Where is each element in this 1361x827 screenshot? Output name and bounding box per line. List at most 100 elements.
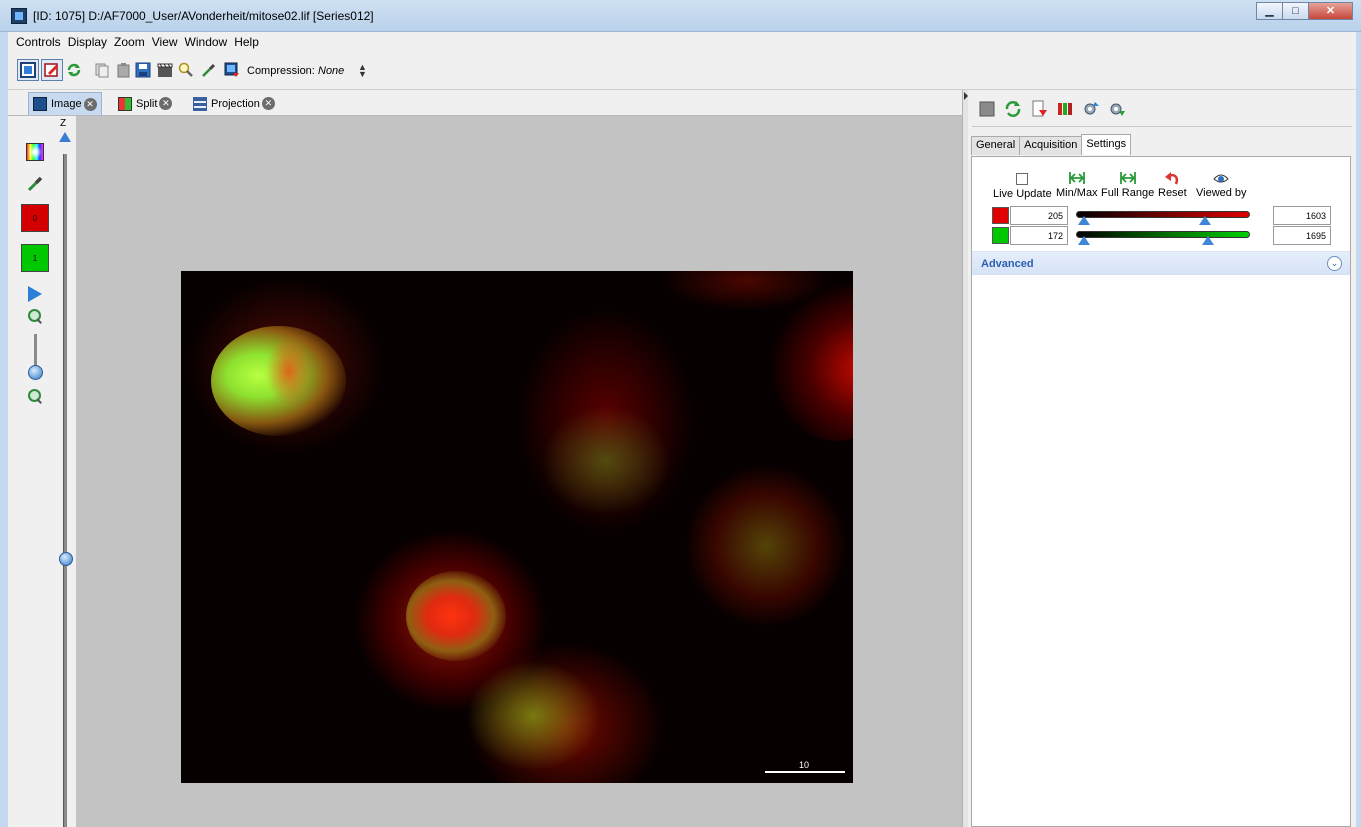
menu-controls[interactable]: Controls xyxy=(16,35,61,49)
live-update-checkbox[interactable] xyxy=(1016,173,1029,185)
tab-projection[interactable]: Projection ✕ xyxy=(189,92,279,115)
tab-projection-label: Projection xyxy=(211,97,260,110)
settings-panel: Live Update Min/Max Full Range Reset Vie… xyxy=(971,156,1351,827)
refresh-icon xyxy=(67,63,81,77)
menu-view[interactable]: View xyxy=(152,35,178,49)
app-icon xyxy=(11,8,27,24)
mitotic-cell-red xyxy=(406,571,506,661)
zoom-slider-thumb[interactable] xyxy=(28,365,43,380)
min-max-arrows-icon xyxy=(1068,172,1085,184)
pipette-button[interactable] xyxy=(198,59,220,81)
min-slider-handle[interactable] xyxy=(1078,236,1090,245)
menu-window[interactable]: Window xyxy=(185,35,228,49)
z-slider-thumb[interactable] xyxy=(59,552,73,566)
annotate-tool-button[interactable] xyxy=(41,59,63,81)
menu-zoom[interactable]: Zoom xyxy=(114,35,145,49)
refresh-icon[interactable] xyxy=(1004,100,1022,118)
close-button[interactable]: ✕ xyxy=(1308,2,1353,20)
select-frame-icon xyxy=(20,62,36,78)
toolbar: Compression: None ▲ ▼ xyxy=(8,52,1356,90)
channel-max-input[interactable]: 1603 xyxy=(1273,206,1331,225)
gear-download-icon[interactable] xyxy=(1108,100,1126,118)
menu-bar: Controls Display Zoom View Window Help xyxy=(8,32,1356,52)
gear-upload-icon[interactable] xyxy=(1082,100,1100,118)
max-slider-handle[interactable] xyxy=(1202,236,1214,245)
channel-range-slider[interactable] xyxy=(1076,211,1250,218)
cell-green-dim xyxy=(686,466,846,626)
tab-image-label: Image xyxy=(51,98,82,110)
menu-help[interactable]: Help xyxy=(234,35,259,49)
channel-color-swatch[interactable] xyxy=(992,227,1009,244)
compression-spinner[interactable]: ▲ ▼ xyxy=(358,63,367,79)
zoom-out-icon[interactable] xyxy=(28,389,43,404)
menu-display[interactable]: Display xyxy=(68,35,107,49)
split-grid-icon xyxy=(118,96,132,111)
channel-red-button[interactable]: 0 xyxy=(21,204,49,232)
view-tab-strip: Image ✕ Split ✕ Projection ✕ xyxy=(8,90,963,116)
max-slider-handle[interactable] xyxy=(1199,216,1211,225)
cell-red-core xyxy=(266,336,311,406)
pipette-icon[interactable] xyxy=(27,174,43,192)
z-slider-track[interactable] xyxy=(63,154,67,827)
expand-chevron-icon[interactable]: ⌄ xyxy=(1327,256,1342,271)
search-button[interactable] xyxy=(175,59,197,81)
tab-split-label: Split xyxy=(136,97,158,110)
minimize-button[interactable]: ▁ xyxy=(1256,2,1283,20)
live-update-control[interactable]: Live Update xyxy=(993,171,1052,200)
channel-range-slider[interactable] xyxy=(1076,231,1250,238)
export-image-button[interactable] xyxy=(221,59,243,81)
close-tab-icon[interactable]: ✕ xyxy=(261,97,275,110)
refresh-button[interactable] xyxy=(63,59,85,81)
tab-general[interactable]: General xyxy=(971,136,1021,155)
close-tab-icon[interactable]: ✕ xyxy=(159,97,173,110)
movie-button[interactable] xyxy=(154,59,176,81)
zoom-in-icon[interactable] xyxy=(28,309,43,324)
floppy-disk-icon xyxy=(135,62,151,78)
channel-grid-icon[interactable] xyxy=(1056,100,1074,118)
min-max-button[interactable]: Min/Max xyxy=(1056,171,1098,199)
channel-max-input[interactable]: 1695 xyxy=(1273,226,1331,245)
viewed-by-button[interactable]: Viewed by xyxy=(1196,171,1247,199)
close-tab-icon[interactable]: ✕ xyxy=(83,97,97,111)
panel-icon-row xyxy=(978,100,1348,122)
image-canvas[interactable]: 10 xyxy=(76,116,962,827)
pipette-icon xyxy=(202,63,216,77)
left-tool-column: Z 0 1 xyxy=(8,116,76,827)
panel-separator xyxy=(972,126,1352,127)
tab-settings[interactable]: Settings xyxy=(1081,134,1132,155)
save-settings-icon[interactable] xyxy=(978,100,996,118)
channel-min-input[interactable]: 172 xyxy=(1010,226,1068,245)
full-range-button[interactable]: Full Range xyxy=(1101,171,1154,199)
window-controls: ▁ □ ✕ xyxy=(1256,2,1353,20)
z-up-arrow-icon[interactable] xyxy=(59,132,71,142)
microscopy-image[interactable]: 10 xyxy=(181,271,853,783)
advanced-label: Advanced xyxy=(981,258,1034,270)
save-button[interactable] xyxy=(132,59,154,81)
magnifier-icon xyxy=(178,62,193,77)
cell-green-nucleus xyxy=(466,661,601,771)
select-tool-button[interactable] xyxy=(17,59,39,81)
full-range-arrows-icon xyxy=(1119,172,1136,184)
min-slider-handle[interactable] xyxy=(1078,216,1090,225)
tab-split[interactable]: Split ✕ xyxy=(114,92,176,115)
annotate-icon xyxy=(44,63,58,77)
window-frame-right xyxy=(1356,32,1361,827)
lut-palette-icon[interactable] xyxy=(26,143,44,161)
play-icon[interactable] xyxy=(28,286,42,302)
paste-button[interactable] xyxy=(112,59,134,81)
tab-acquisition[interactable]: Acquisition xyxy=(1019,136,1083,155)
reset-button[interactable]: Reset xyxy=(1158,171,1187,199)
channel-row-red: 205 1603 xyxy=(992,206,1332,226)
channel-green-button[interactable]: 1 xyxy=(21,244,49,272)
copy-button[interactable] xyxy=(91,59,113,81)
channel-color-swatch[interactable] xyxy=(992,207,1009,224)
compression-label: Compression: xyxy=(247,65,315,77)
tab-image[interactable]: Image ✕ xyxy=(28,92,102,115)
export-document-icon[interactable] xyxy=(1030,100,1048,118)
compression-value[interactable]: None xyxy=(318,65,344,77)
maximize-button[interactable]: □ xyxy=(1282,2,1309,20)
advanced-section-header[interactable]: Advanced ⌄ xyxy=(972,251,1350,275)
eye-icon xyxy=(1213,174,1229,183)
scale-bar-label: 10 xyxy=(799,760,810,770)
channel-min-input[interactable]: 205 xyxy=(1010,206,1068,225)
